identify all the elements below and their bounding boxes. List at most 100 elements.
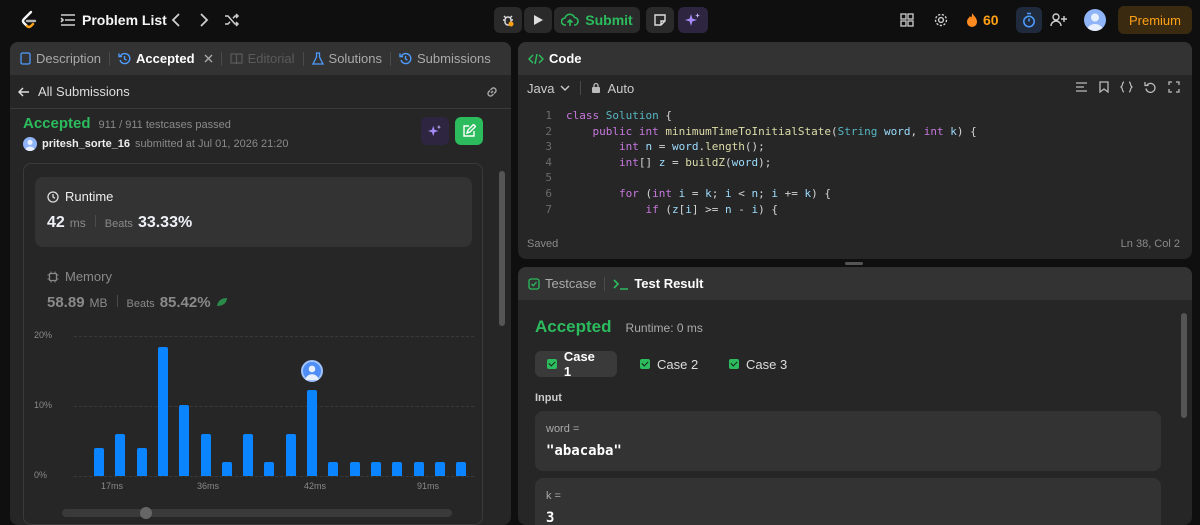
runtime-header: Runtime	[47, 189, 113, 204]
run-button[interactable]	[524, 7, 552, 33]
bookmark-icon[interactable]	[1099, 81, 1109, 93]
shuffle-icon[interactable]	[222, 10, 242, 30]
all-submissions-link[interactable]: All Submissions	[38, 84, 130, 99]
code-panel-header: Code	[518, 42, 1192, 75]
param-value[interactable]: "abacaba"	[546, 443, 622, 459]
tab-code[interactable]: Code	[518, 42, 590, 75]
braces-icon[interactable]	[1120, 81, 1133, 93]
timer-button[interactable]	[1016, 7, 1042, 33]
y-axis: 20% 10% 0%	[24, 329, 74, 489]
code-line: public int minimumTimeToInitialState(Str…	[592, 124, 977, 138]
top-bar: Problem List Submit 60 Premium	[0, 0, 1200, 40]
add-friend-icon[interactable]	[1050, 8, 1068, 32]
play-icon	[532, 14, 544, 26]
histogram-bar[interactable]	[328, 462, 339, 476]
terminal-icon	[613, 278, 629, 290]
undo-icon[interactable]	[1144, 81, 1157, 93]
histogram-bar[interactable]	[136, 448, 147, 476]
divider	[116, 295, 118, 307]
case-tab-2[interactable]: Case 2	[628, 351, 710, 377]
problem-list-icon[interactable]	[60, 11, 76, 29]
histogram-bar[interactable]	[157, 346, 168, 476]
streak-counter[interactable]: 60	[966, 8, 999, 32]
submit-button[interactable]: Submit	[554, 7, 640, 33]
memory-value: 58.89	[47, 294, 85, 311]
histogram-bar[interactable]	[264, 462, 275, 476]
panel-resize-handle[interactable]	[845, 262, 863, 265]
stopwatch-icon	[1022, 12, 1036, 28]
arrow-left-icon[interactable]	[18, 86, 30, 97]
input-param-k: k = 3	[535, 478, 1161, 525]
code-line: if (z[i] >= n - i) {	[645, 202, 778, 216]
book-icon	[229, 52, 243, 65]
language-select[interactable]: Java	[527, 81, 570, 96]
link-icon[interactable]	[485, 85, 499, 99]
case-tab-1[interactable]: Case 1	[535, 349, 617, 379]
chevron-right-icon[interactable]	[194, 10, 214, 30]
histogram-bar[interactable]	[370, 462, 381, 476]
problem-list-title[interactable]: Problem List	[82, 12, 167, 28]
histogram-bar[interactable]	[243, 434, 254, 476]
histogram-bar[interactable]	[285, 434, 296, 476]
tab-accepted[interactable]: Accepted	[110, 42, 221, 75]
memory-header[interactable]: Memory	[47, 269, 112, 284]
premium-button[interactable]: Premium	[1118, 6, 1192, 34]
ai-assistant-button[interactable]	[678, 7, 708, 33]
tab-testcase[interactable]: Testcase	[518, 267, 604, 300]
result-panel-scrollbar[interactable]	[1181, 313, 1187, 518]
param-value[interactable]: 3	[546, 510, 554, 525]
tab-test-result[interactable]: Test Result	[605, 267, 711, 300]
code-brackets-icon	[528, 53, 544, 65]
code-editor[interactable]: class Solution { public int minimumTimeT…	[566, 108, 1182, 217]
code-line: int n = word.length();	[618, 140, 765, 154]
history-icon	[118, 52, 131, 65]
result-panel: Testcase Test Result Accepted Runtime: 0…	[518, 267, 1192, 525]
leetcode-logo-icon[interactable]	[18, 9, 40, 31]
edit-solution-button[interactable]	[455, 117, 483, 145]
auto-mode[interactable]: Auto	[591, 81, 634, 96]
analyze-ai-button[interactable]	[421, 117, 449, 145]
debug-button[interactable]	[494, 7, 522, 33]
layout-grid-icon[interactable]	[899, 8, 915, 32]
range-slider-handle[interactable]	[140, 507, 152, 519]
expand-icon[interactable]	[1168, 81, 1180, 93]
code-panel: Code Java Auto 1 2 3 4 5 6 7 class Solut…	[518, 42, 1192, 259]
tab-editorial[interactable]: Editorial	[222, 42, 303, 75]
x-tick-label: 42ms	[304, 481, 327, 491]
histogram-bar[interactable]	[434, 462, 445, 476]
scrollbar-thumb[interactable]	[1181, 313, 1187, 418]
result-status: Accepted	[535, 317, 612, 336]
format-align-icon[interactable]	[1075, 81, 1088, 93]
user-avatar-button[interactable]	[1084, 8, 1106, 32]
x-tick-label: 91ms	[417, 481, 440, 491]
runtime-card[interactable]: Runtime 42 ms Beats 33.33%	[35, 177, 472, 247]
histogram-bar[interactable]	[115, 434, 126, 476]
histogram-bar[interactable]	[392, 462, 403, 476]
histogram-bar[interactable]	[94, 448, 104, 476]
tab-accepted-label: Accepted	[136, 51, 195, 66]
save-status: Saved	[527, 238, 559, 250]
submitter-username[interactable]: pritesh_sorte_16	[42, 138, 130, 150]
tab-description[interactable]: Description	[10, 42, 109, 75]
histogram-bar[interactable]	[221, 462, 232, 476]
histogram-bar[interactable]	[179, 404, 190, 476]
runtime-unit: ms	[69, 216, 86, 230]
range-slider[interactable]	[62, 507, 452, 519]
case-tab-3[interactable]: Case 3	[717, 351, 799, 377]
histogram-bar[interactable]	[307, 389, 317, 476]
chevron-left-icon[interactable]	[166, 10, 186, 30]
tab-submissions[interactable]: Submissions	[391, 42, 499, 75]
scrollbar-thumb[interactable]	[499, 171, 505, 326]
notes-button[interactable]	[646, 7, 674, 33]
gear-icon[interactable]	[932, 8, 950, 32]
tab-solutions[interactable]: Solutions	[304, 42, 390, 75]
histogram-bar[interactable]	[413, 462, 424, 476]
line-number: 3	[545, 140, 552, 154]
close-icon[interactable]	[204, 54, 213, 63]
histogram-bar[interactable]	[349, 462, 360, 476]
histogram-bar[interactable]	[200, 434, 211, 476]
grid-line	[74, 476, 474, 477]
tab-testcase-label: Testcase	[545, 276, 597, 291]
histogram-bar[interactable]	[456, 462, 467, 476]
left-panel-scrollbar[interactable]	[499, 163, 505, 525]
